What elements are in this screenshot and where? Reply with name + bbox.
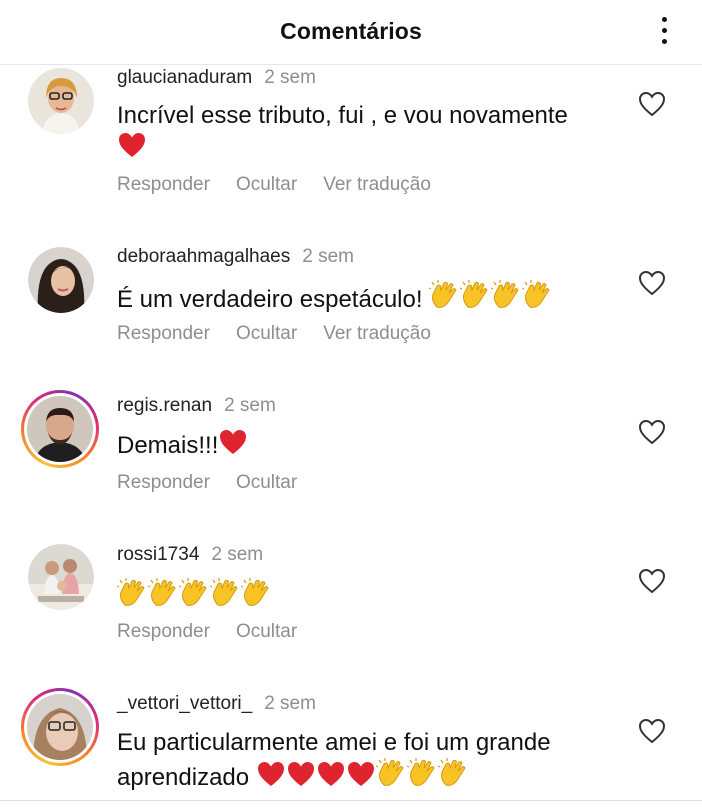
clapping-hands-icon <box>179 578 210 608</box>
comment-time: 2 sem <box>211 544 264 565</box>
red-heart-icon <box>346 760 376 788</box>
heart-outline-icon[interactable] <box>638 91 666 117</box>
comment-username[interactable]: regis.renan <box>117 395 212 416</box>
comment-username[interactable]: _vettori_vettori_ <box>117 693 252 714</box>
avatar[interactable] <box>28 247 94 313</box>
clapping-hands-icon <box>522 280 553 310</box>
comment-text: Demais!!! <box>117 428 617 461</box>
more-vertical-icon[interactable] <box>654 12 674 48</box>
comment-text: Eu particularmente amei e foi um grande … <box>117 727 617 793</box>
comment-time: 2 sem <box>264 693 316 714</box>
avatar[interactable] <box>21 688 99 766</box>
comment-text-body: Incrível esse tributo, fui , e vou novam… <box>117 102 568 129</box>
see-translation-button[interactable]: Ver tradução <box>323 323 431 344</box>
comment-username[interactable]: rossi1734 <box>117 544 199 565</box>
clapping-hands-icon <box>429 280 460 310</box>
comment-text-body: Demais!!! <box>117 432 219 459</box>
page-title: Comentários <box>280 17 422 44</box>
red-heart-icon <box>218 428 248 456</box>
clapping-hands-icon <box>148 578 179 608</box>
heart-outline-icon[interactable] <box>638 419 666 445</box>
reply-button[interactable]: Responder <box>117 621 210 642</box>
clapping-hands-icon <box>460 280 491 310</box>
comment-actions: Responder Ocultar Ver tradução <box>117 323 457 345</box>
see-translation-button[interactable]: Ver tradução <box>323 174 431 195</box>
comment-time: 2 sem <box>264 67 316 88</box>
clapping-hands-icon <box>210 578 241 608</box>
comment-time: 2 sem <box>302 246 354 267</box>
hide-button[interactable]: Ocultar <box>236 174 297 195</box>
comment-text: Incrível esse tributo, fui , e vou novam… <box>117 100 617 164</box>
comment-actions: Responder Ocultar Ver tradução <box>117 174 457 196</box>
reply-button[interactable]: Responder <box>117 174 210 195</box>
comment-text <box>117 578 617 613</box>
clapping-hands-icon <box>406 758 438 788</box>
header-bar: Comentários <box>0 0 702 62</box>
clapping-hands-icon <box>437 758 469 788</box>
comment-actions: Responder Ocultar <box>117 472 323 494</box>
comment-time: 2 sem <box>224 395 276 416</box>
heart-outline-icon[interactable] <box>638 568 666 594</box>
comment-meta: rossi1734 2 sem <box>117 544 263 566</box>
comment-meta: regis.renan 2 sem <box>117 395 276 417</box>
reply-button[interactable]: Responder <box>117 323 210 344</box>
heart-outline-icon[interactable] <box>638 270 666 296</box>
hide-button[interactable]: Ocultar <box>236 323 297 344</box>
hide-button[interactable]: Ocultar <box>236 621 297 642</box>
comment-actions: Responder Ocultar <box>117 621 323 643</box>
comment-meta: _vettori_vettori_ 2 sem <box>117 693 316 715</box>
red-heart-icon <box>117 131 147 159</box>
comment-username[interactable]: deboraahmagalhaes <box>117 246 290 267</box>
clapping-hands-icon <box>241 578 272 608</box>
avatar[interactable] <box>28 544 94 610</box>
clapping-hands-icon <box>491 280 522 310</box>
red-heart-icon <box>286 760 316 788</box>
comment-meta: deboraahmagalhaes 2 sem <box>117 246 354 268</box>
avatar[interactable] <box>28 68 94 134</box>
red-heart-icon <box>256 760 286 788</box>
comment-text-body: É um verdadeiro espetáculo! <box>117 286 430 313</box>
heart-outline-icon[interactable] <box>638 718 666 744</box>
red-heart-icon <box>316 760 346 788</box>
avatar[interactable] <box>21 390 99 468</box>
comment-text: É um verdadeiro espetáculo! <box>117 280 617 315</box>
comment-meta: glaucianaduram 2 sem <box>117 67 316 89</box>
header-divider <box>0 64 702 65</box>
reply-button[interactable]: Responder <box>117 472 210 493</box>
clapping-hands-icon <box>117 578 148 608</box>
hide-button[interactable]: Ocultar <box>236 472 297 493</box>
comment-username[interactable]: glaucianaduram <box>117 67 252 88</box>
clapping-hands-icon <box>375 758 407 788</box>
bottom-divider <box>0 800 702 801</box>
